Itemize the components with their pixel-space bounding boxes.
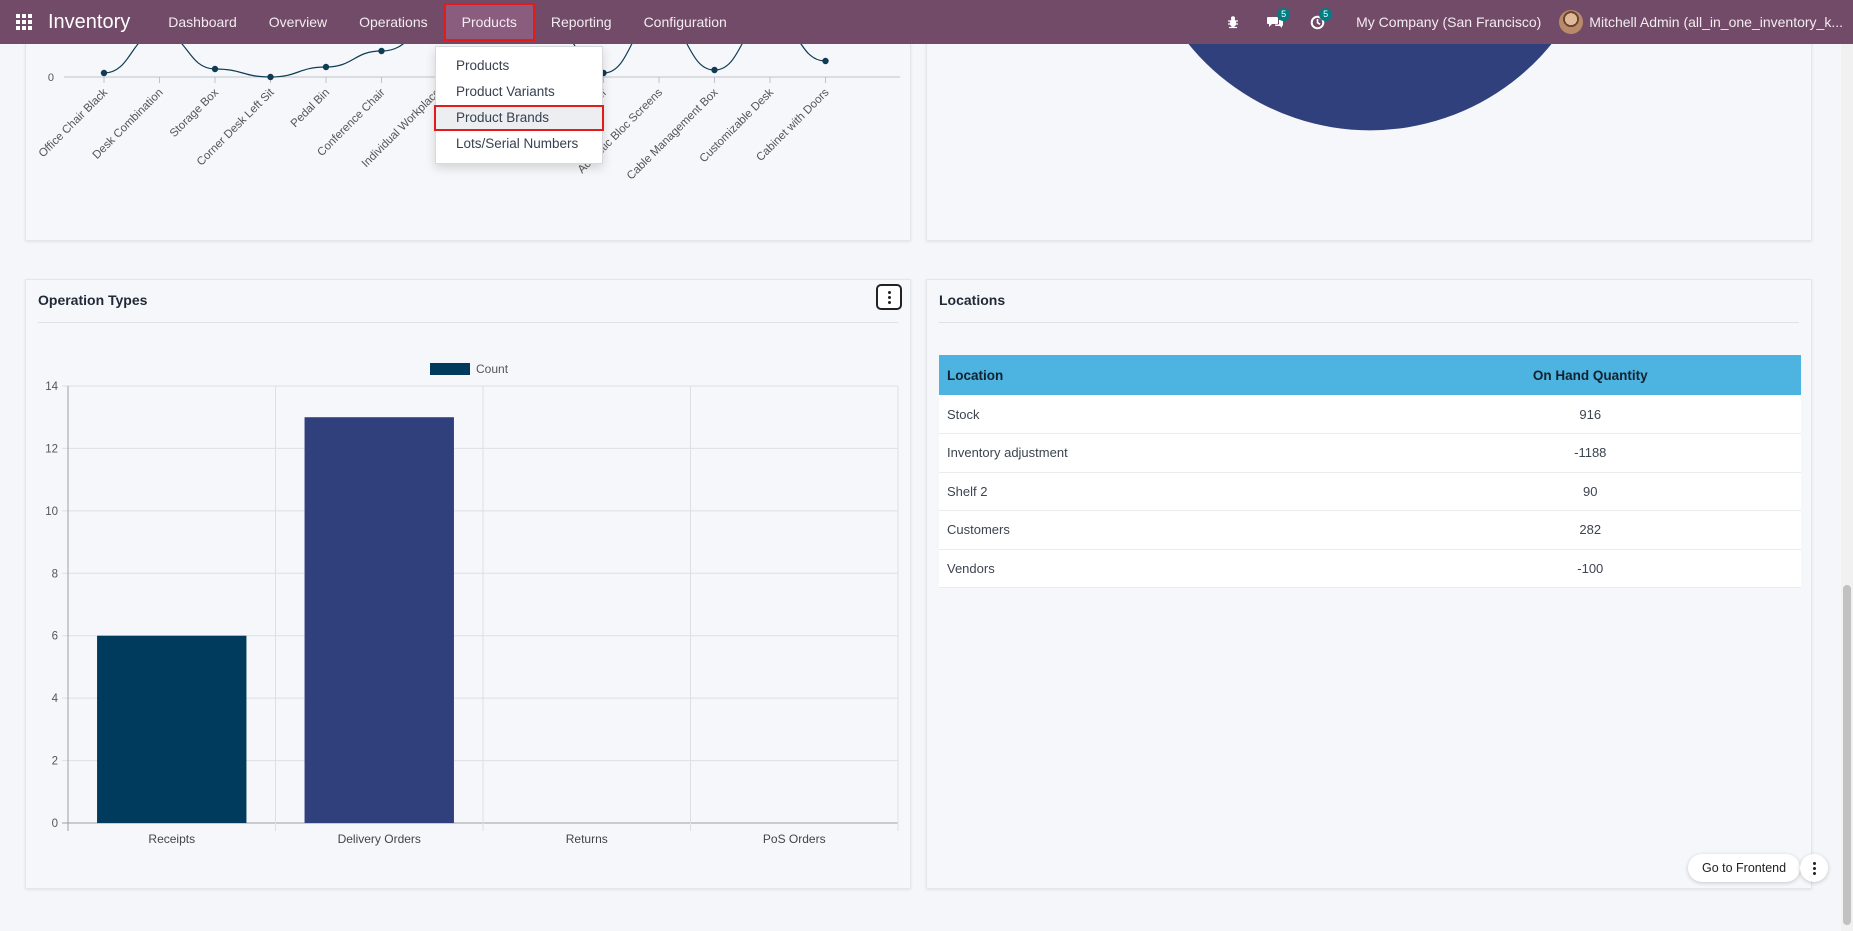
line-x-tick-label: Storage Box <box>168 86 221 139</box>
frontend-more-options-icon[interactable] <box>1800 854 1828 882</box>
bar-x-tick-label: Returns <box>566 832 608 846</box>
menu-operations[interactable]: Operations <box>343 0 443 44</box>
operation-types-card: Operation Types 0 2 4 6 8 10 12 14 Receipts Deli… <box>25 279 911 889</box>
user-name: Mitchell Admin (all_in_one_inventory_k..… <box>1589 14 1843 30</box>
line-data-point[interactable] <box>711 66 718 74</box>
line-data-point[interactable] <box>378 47 385 55</box>
messages-chat-icon[interactable]: 5 <box>1254 0 1296 44</box>
user-menu[interactable]: Mitchell Admin (all_in_one_inventory_k..… <box>1559 10 1853 34</box>
bar-y-tick-label: 10 <box>45 506 58 518</box>
location-name: Stock <box>939 395 1380 434</box>
table-row[interactable]: Customers 282 <box>939 510 1801 550</box>
bar-y-tick-label: 12 <box>45 443 58 455</box>
debug-bug-icon[interactable] <box>1212 0 1254 44</box>
go-to-frontend-button[interactable]: Go to Frontend <box>1688 854 1801 882</box>
bar-y-tick-label: 0 <box>52 818 58 830</box>
line-data-point[interactable] <box>322 63 330 71</box>
line-x-tick-label: Pedal Bin <box>289 87 332 130</box>
location-name: Shelf 2 <box>939 472 1380 511</box>
menu-overview[interactable]: Overview <box>253 0 343 44</box>
company-switcher[interactable]: My Company (San Francisco) <box>1338 14 1559 30</box>
bar-legend-label[interactable]: Count <box>476 362 509 376</box>
locations-divider <box>939 322 1799 323</box>
locations-title: Locations <box>939 292 1006 308</box>
menu-dashboard[interactable]: Dashboard <box>152 0 253 44</box>
bar-y-tick-label: 2 <box>52 756 58 768</box>
app-brand[interactable]: Inventory <box>48 11 130 34</box>
page-scrollbar-thumb[interactable] <box>1843 585 1851 925</box>
column-on-hand-quantity[interactable]: On Hand Quantity <box>1379 355 1801 395</box>
bar-y-tick-label: 6 <box>52 631 58 643</box>
on-hand-qty: 916 <box>1379 395 1801 434</box>
top-navbar: Inventory Dashboard Overview Operations … <box>0 0 1853 44</box>
location-name: Customers <box>939 510 1380 550</box>
line-x-tick-label: Cable Management Box <box>625 86 721 182</box>
location-name: Vendors <box>939 549 1380 588</box>
bar-receipts[interactable] <box>97 635 247 823</box>
line-data-point[interactable] <box>100 69 108 77</box>
apps-menu-icon[interactable] <box>0 0 48 44</box>
bar-x-tick-label: PoS Orders <box>763 832 826 846</box>
table-row[interactable]: Vendors -100 <box>939 549 1801 588</box>
locations-table: Location On Hand Quantity Stock 916 Inven… <box>939 355 1801 588</box>
bar-legend-swatch[interactable] <box>430 363 470 375</box>
on-hand-qty: 282 <box>1379 510 1801 550</box>
on-hand-qty: 90 <box>1379 472 1801 511</box>
dropdown-item-lots-serial-numbers[interactable]: Lots/Serial Numbers <box>436 131 602 157</box>
menu-products[interactable]: Products <box>443 3 535 41</box>
bar-x-tick-label: Receipts <box>148 832 195 846</box>
bar-delivery-orders[interactable] <box>304 417 454 823</box>
bar-y-tick-label: 14 <box>45 381 58 393</box>
column-location[interactable]: Location <box>939 355 1380 395</box>
on-hand-qty: -1188 <box>1379 433 1801 473</box>
line-chart-y-tick-0: 0 <box>48 72 54 84</box>
line-data-point[interactable] <box>211 65 219 73</box>
location-name: Inventory adjustment <box>939 433 1380 473</box>
dropdown-item-products[interactable]: Products <box>436 53 602 79</box>
bar-x-tick-label: Delivery Orders <box>338 832 421 846</box>
navbar-systray: 5 5 My Company (San Francisco) Mitchell … <box>1212 0 1853 44</box>
table-row[interactable]: Inventory adjustment -1188 <box>939 433 1801 473</box>
dropdown-item-product-variants[interactable]: Product Variants <box>436 79 602 105</box>
activities-count-badge: 5 <box>1319 8 1333 21</box>
bar-y-tick-label: 4 <box>52 693 59 705</box>
messages-count-badge: 5 <box>1277 8 1291 21</box>
on-hand-qty: -100 <box>1379 549 1801 588</box>
menu-reporting[interactable]: Reporting <box>535 0 628 44</box>
user-avatar <box>1559 10 1584 34</box>
table-row[interactable]: Stock 916 <box>939 395 1801 434</box>
line-data-point[interactable] <box>822 57 829 65</box>
products-dropdown-menu: Products Product Variants Product Brands… <box>434 46 604 164</box>
line-data-point[interactable] <box>267 73 274 81</box>
bar-y-tick-label: 8 <box>52 568 58 580</box>
locations-card: Locations Location On Hand Quantity Stoc… <box>926 279 1812 889</box>
table-row[interactable]: Shelf 2 90 <box>939 472 1801 511</box>
dropdown-item-product-brands[interactable]: Product Brands <box>434 105 604 131</box>
activities-clock-icon[interactable]: 5 <box>1296 0 1338 44</box>
operation-types-bar-chart: 0 2 4 6 8 10 12 14 Receipts Delivery Orders Retur… <box>45 362 899 846</box>
locations-table-header: Location On Hand Quantity <box>939 355 1801 395</box>
menu-configuration[interactable]: Configuration <box>628 0 743 44</box>
